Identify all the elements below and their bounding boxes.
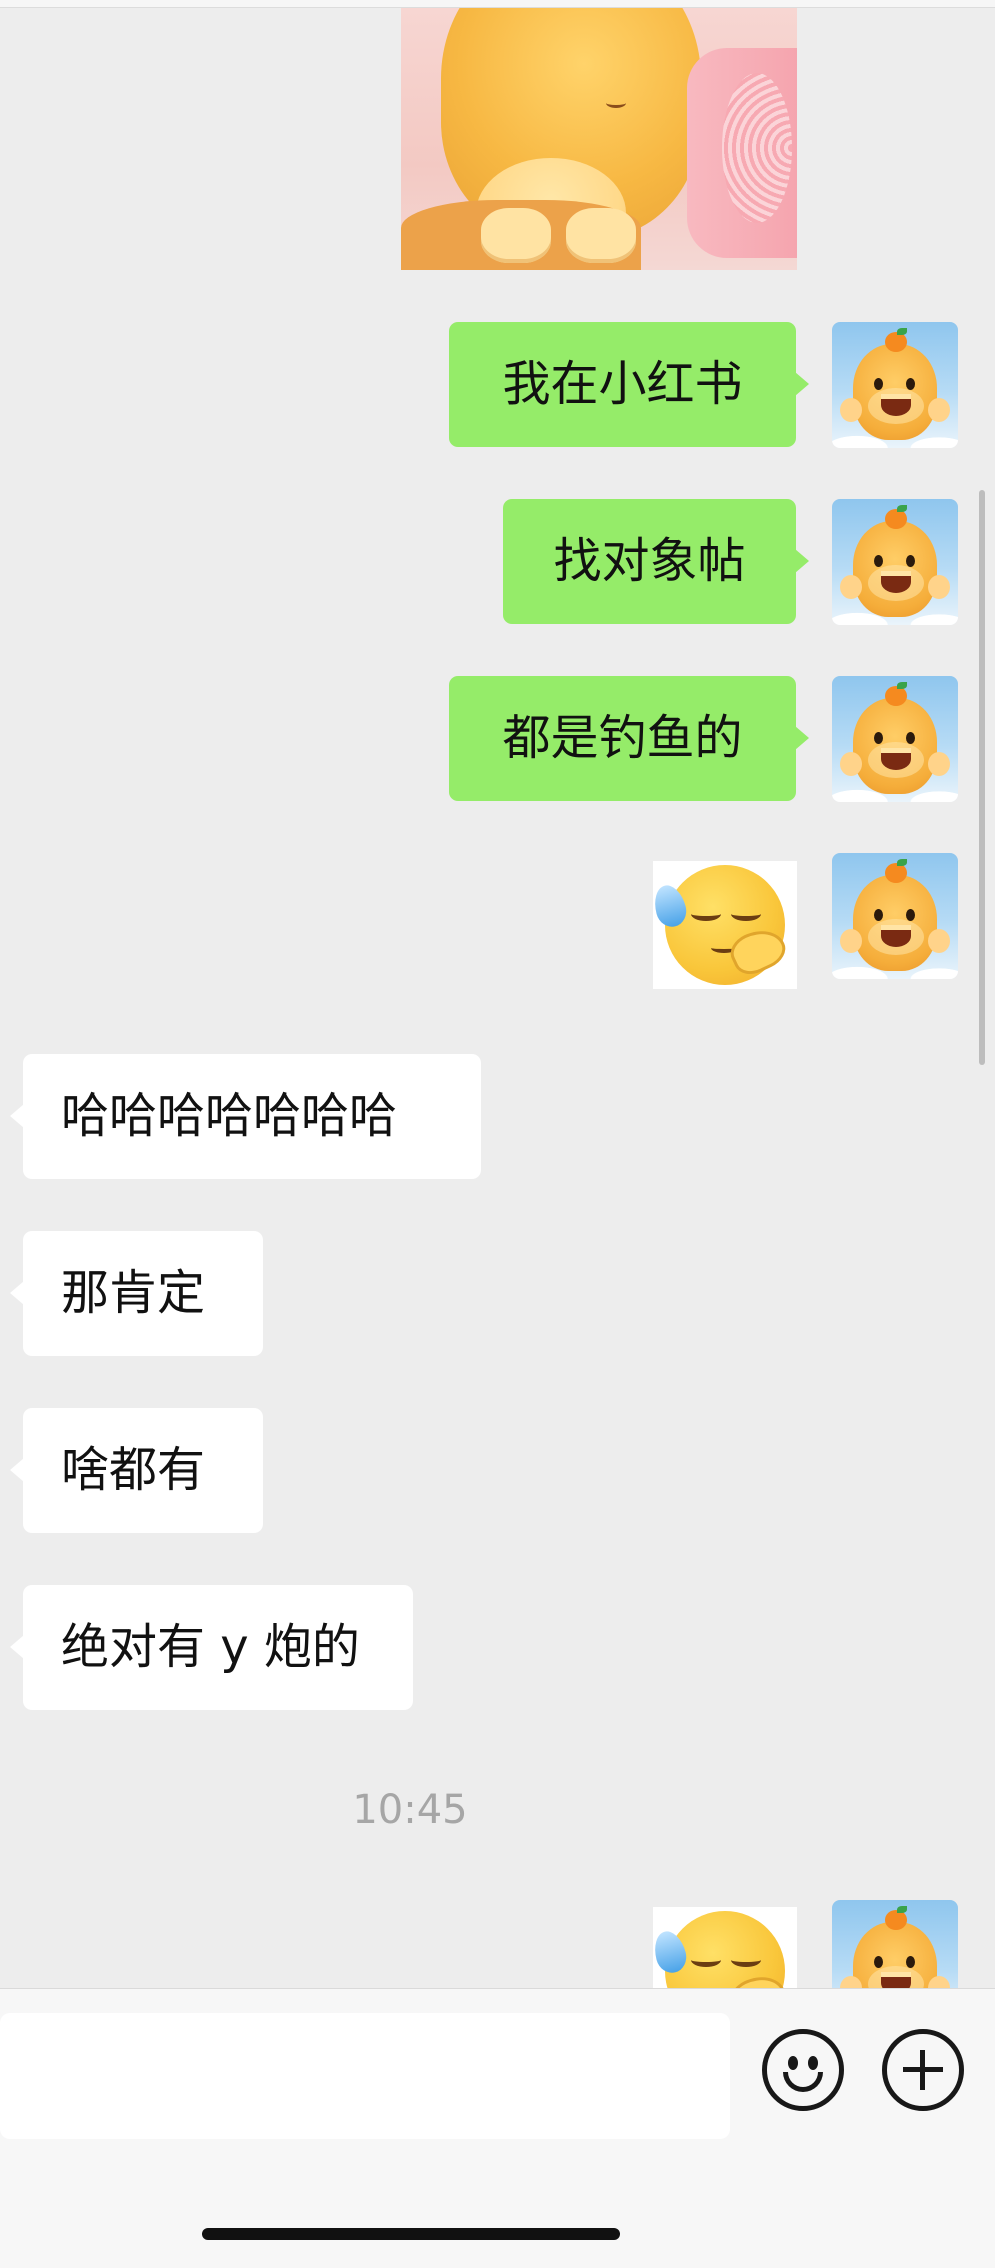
avatar-mouth	[881, 394, 911, 416]
avatar-orange	[885, 686, 907, 706]
their-message-bubble[interactable]: 啥都有	[10, 1408, 263, 1533]
avatar-hand-right	[928, 1976, 950, 1988]
emoji-face	[665, 865, 791, 985]
message-timestamp: 10:45	[352, 1787, 468, 1833]
smiley-icon-mouth	[783, 2072, 823, 2092]
avatar-eye-right	[906, 1956, 915, 1968]
home-indicator[interactable]	[202, 2228, 620, 2240]
avatar-hand-left	[840, 752, 862, 776]
plus-icon-vertical	[920, 2050, 925, 2090]
avatar-eye-right	[906, 909, 915, 921]
message-text: 绝对有 y 炮的	[61, 1619, 360, 1675]
my-avatar[interactable]	[832, 853, 958, 979]
avatar-hand-left	[840, 398, 862, 422]
scrollbar[interactable]	[979, 490, 985, 1065]
avatar-mouth	[881, 1972, 911, 1988]
message-input[interactable]	[0, 2013, 730, 2139]
input-bar	[0, 1988, 995, 2268]
smiley-icon-eye-left	[788, 2056, 798, 2070]
avatar-mouth	[881, 925, 911, 947]
more-button[interactable]	[882, 2029, 964, 2111]
avatar-eye-right	[906, 378, 915, 390]
avatar-eye-left	[874, 555, 883, 567]
message-text: 都是钓鱼的	[502, 710, 743, 766]
sweat-smile-emoji-sticker[interactable]	[653, 1907, 797, 1988]
emoji-eye-left	[691, 1953, 721, 1967]
smiley-icon-eye-right	[808, 2056, 818, 2070]
my-avatar[interactable]	[832, 1900, 958, 1988]
message-text: 我在小红书	[502, 356, 743, 412]
avatar-mouth	[881, 748, 911, 770]
avatar-hand-right	[928, 398, 950, 422]
avatar-hand-left	[840, 575, 862, 599]
avatar-hand-right	[928, 752, 950, 776]
my-message-bubble[interactable]: 找对象帖	[503, 499, 809, 624]
my-avatar[interactable]	[832, 499, 958, 625]
their-message-bubble[interactable]: 哈哈哈哈哈哈哈	[10, 1054, 481, 1179]
emoji-eye-right	[731, 1953, 761, 1967]
avatar-eye-left	[874, 1956, 883, 1968]
message-text: 那肯定	[61, 1265, 206, 1321]
message-text: 找对象帖	[553, 533, 746, 589]
avatar-hand-right	[928, 575, 950, 599]
message-text: 哈哈哈哈哈哈哈	[61, 1088, 398, 1144]
avatar-leaf	[897, 328, 907, 335]
my-avatar[interactable]	[832, 322, 958, 448]
sticker-fan-grill	[722, 73, 792, 223]
sticker-character-mouth	[606, 98, 626, 108]
emoji-button[interactable]	[762, 2029, 844, 2111]
avatar-mouth	[881, 571, 911, 593]
my-message-bubble[interactable]: 我在小红书	[449, 322, 809, 447]
avatar-eye-left	[874, 732, 883, 744]
avatar-leaf	[897, 505, 907, 512]
emoji-eye-right	[731, 907, 761, 921]
their-message-bubble[interactable]: 绝对有 y 炮的	[10, 1585, 413, 1710]
avatar-orange	[885, 863, 907, 883]
sticker-paw-right	[566, 208, 636, 263]
avatar-orange	[885, 332, 907, 352]
cartoon-sticker-image[interactable]	[401, 8, 797, 270]
avatar-eye-right	[906, 555, 915, 567]
avatar-orange	[885, 1910, 907, 1930]
avatar-leaf	[897, 682, 907, 689]
avatar-eye-left	[874, 909, 883, 921]
avatar-eye-left	[874, 378, 883, 390]
my-avatar[interactable]	[832, 676, 958, 802]
chat-screen: 我在小红书 找对象帖 都是钓鱼的 哈哈哈哈哈哈哈 那肯定 啥都有 绝对有 y 炮…	[0, 0, 995, 2268]
message-list[interactable]: 我在小红书 找对象帖 都是钓鱼的 哈哈哈哈哈哈哈 那肯定 啥都有 绝对有 y 炮…	[0, 0, 995, 1988]
avatar-leaf	[897, 859, 907, 866]
emoji-hand	[725, 921, 791, 981]
emoji-hand	[725, 1967, 791, 1988]
avatar-orange	[885, 509, 907, 529]
my-message-bubble[interactable]: 都是钓鱼的	[449, 676, 809, 801]
message-text: 啥都有	[61, 1442, 206, 1498]
emoji-eye-left	[691, 907, 721, 921]
avatar-leaf	[897, 1906, 907, 1913]
avatar-hand-left	[840, 929, 862, 953]
their-message-bubble[interactable]: 那肯定	[10, 1231, 263, 1356]
avatar-hand-right	[928, 929, 950, 953]
avatar-eye-right	[906, 732, 915, 744]
sticker-paw-left	[481, 208, 551, 263]
sweat-smile-emoji-sticker[interactable]	[653, 861, 797, 989]
